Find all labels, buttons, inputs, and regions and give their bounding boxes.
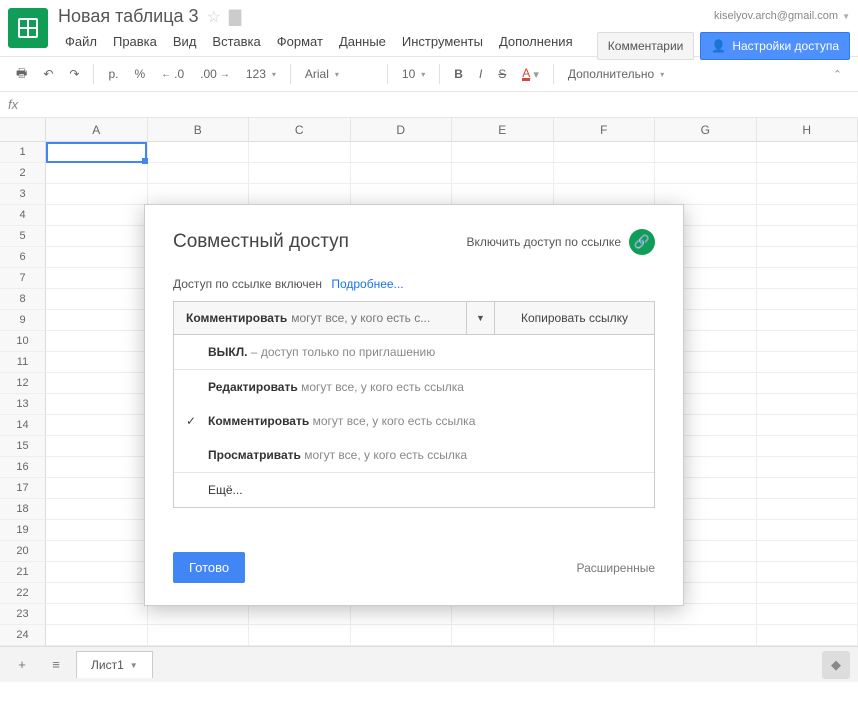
option-off[interactable]: ВЫКЛ. – доступ только по приглашению [174,335,654,369]
permission-select[interactable]: Комментировать могут все, у кого есть с.… [174,302,466,334]
option-more[interactable]: Ещё... [174,473,654,507]
permission-dropdown-icon[interactable]: ▼ [466,302,494,334]
share-dialog: Совместный доступ Включить доступ по ссы… [144,204,684,606]
option-edit[interactable]: Редактировать могут все, у кого есть ссы… [174,370,654,404]
share-dialog-overlay: Совместный доступ Включить доступ по ссы… [0,0,858,702]
done-button[interactable]: Готово [173,552,245,583]
permission-selected-rest: могут все, у кого есть с... [291,311,454,325]
permission-selected-strong: Комментировать [186,311,287,325]
enable-link-label: Включить доступ по ссылке [467,235,622,249]
option-view[interactable]: Просматривать могут все, у кого есть ссы… [174,438,654,472]
advanced-link[interactable]: Расширенные [576,561,655,575]
link-status-text: Доступ по ссылке включен [173,277,322,291]
option-comment[interactable]: Комментировать могут все, у кого есть сс… [174,404,654,438]
copy-link-button[interactable]: Копировать ссылку [494,302,654,334]
permission-dropdown-menu: ВЫКЛ. – доступ только по приглашению Ред… [173,335,655,508]
learn-more-link[interactable]: Подробнее... [331,277,403,291]
enable-link-sharing[interactable]: Включить доступ по ссылке 🔗 [467,229,656,255]
dialog-title: Совместный доступ [173,231,467,253]
link-icon: 🔗 [629,229,655,255]
